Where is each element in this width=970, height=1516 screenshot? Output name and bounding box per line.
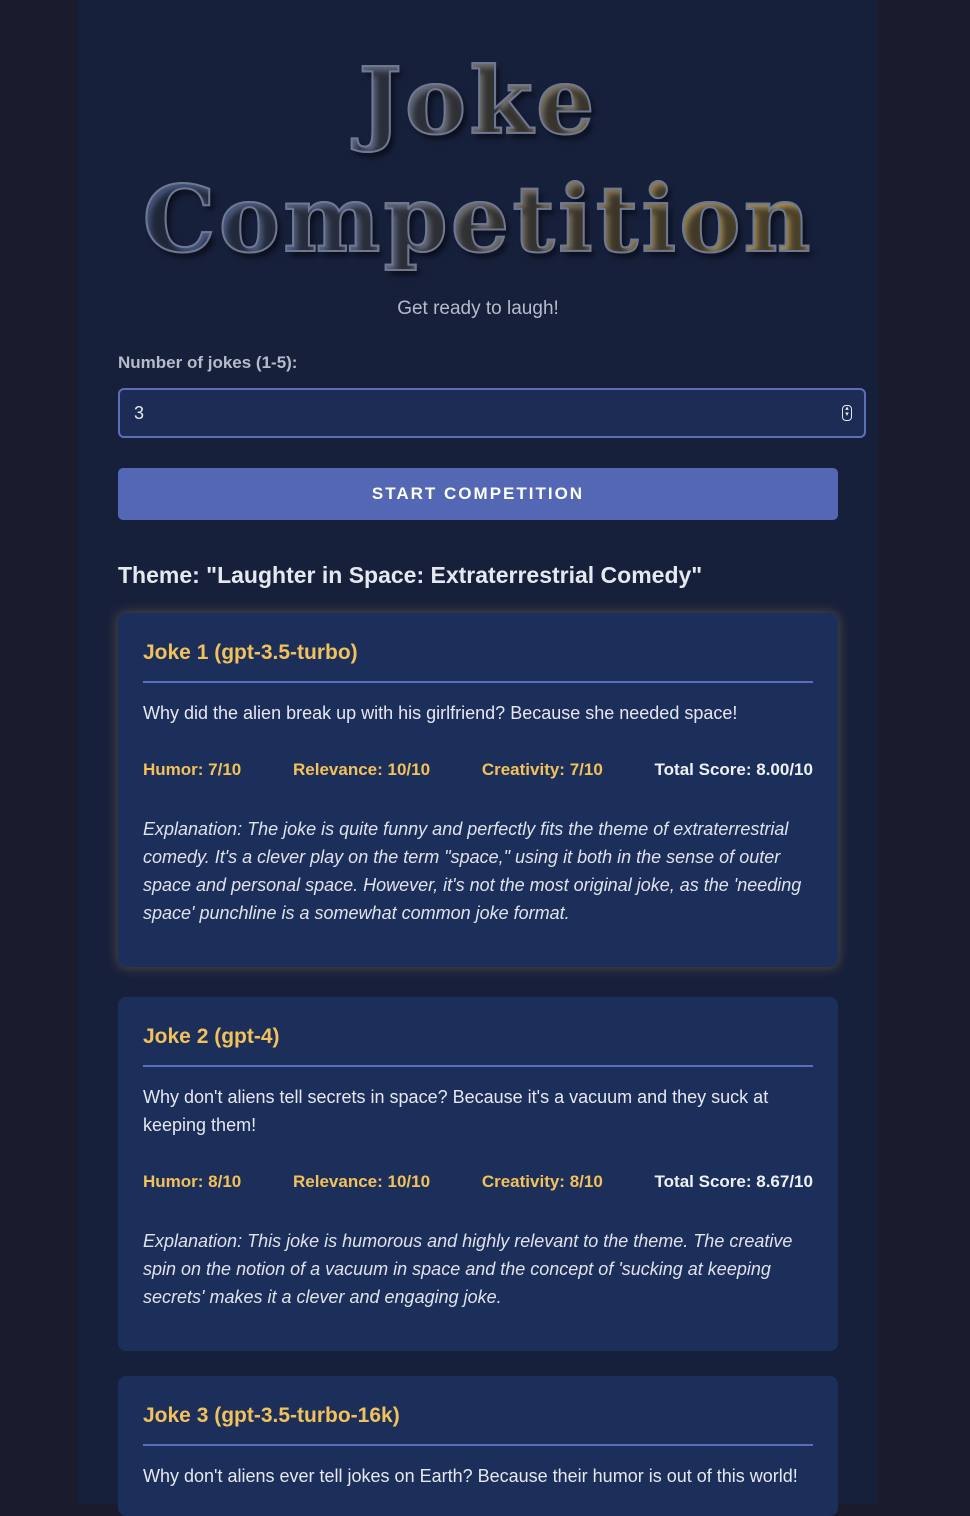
humor-score: Humor: 8/10 xyxy=(143,1172,242,1191)
title-line-2: Competition xyxy=(142,164,814,274)
joke-card: Joke 1 (gpt-3.5-turbo) Why did the alien… xyxy=(118,613,838,967)
joke-title: Joke 2 (gpt-4) xyxy=(143,1023,813,1067)
number-spinner-icon[interactable]: ▴ ▾ xyxy=(842,405,852,421)
start-competition-button[interactable]: START COMPETITION xyxy=(118,468,838,520)
joke-title: Joke 3 (gpt-3.5-turbo-16k) xyxy=(143,1402,813,1446)
joke-explanation: Explanation: The joke is quite funny and… xyxy=(143,819,802,923)
joke-count-input[interactable]: 3 ▴ ▾ xyxy=(118,388,866,438)
joke-card: Joke 2 (gpt-4) Why don't aliens tell sec… xyxy=(118,997,838,1351)
creativity-score: Creativity: 8/10 xyxy=(481,1172,603,1191)
relevance-score: Relevance: 10/10 xyxy=(293,1172,431,1191)
humor-score: Humor: 7/10 xyxy=(143,760,242,779)
relevance-score: Relevance: 10/10 xyxy=(293,760,431,779)
main-container: Joke Competition Get ready to laugh! Num… xyxy=(78,0,878,1516)
joke-explanation: Explanation: This joke is humorous and h… xyxy=(143,1231,793,1307)
joke-text: Why don't aliens tell secrets in space? … xyxy=(143,1087,769,1135)
total-score: Total Score: 8.00/10 xyxy=(654,760,813,779)
joke-text: Why don't aliens ever tell jokes on Eart… xyxy=(143,1466,798,1486)
page-title: Joke Competition xyxy=(78,0,878,278)
joke-card: Joke 3 (gpt-3.5-turbo-16k) Why don't ali… xyxy=(118,1376,838,1516)
creativity-score: Creativity: 7/10 xyxy=(481,760,603,779)
joke-title: Joke 1 (gpt-3.5-turbo) xyxy=(143,639,813,683)
score-row: Humor: 8/10 Relevance: 10/10 Creativity:… xyxy=(143,1170,813,1194)
score-row: Humor: 7/10 Relevance: 10/10 Creativity:… xyxy=(143,758,813,782)
joke-count-label: Number of jokes (1-5): xyxy=(118,353,298,372)
subtitle: Get ready to laugh! xyxy=(397,298,559,319)
joke-text: Why did the alien break up with his girl… xyxy=(143,703,738,723)
theme-heading: Theme: "Laughter in Space: Extraterrestr… xyxy=(118,562,703,588)
title-line-1: Joke xyxy=(357,46,598,156)
total-score: Total Score: 8.67/10 xyxy=(654,1172,813,1191)
joke-count-value: 3 xyxy=(134,402,145,423)
